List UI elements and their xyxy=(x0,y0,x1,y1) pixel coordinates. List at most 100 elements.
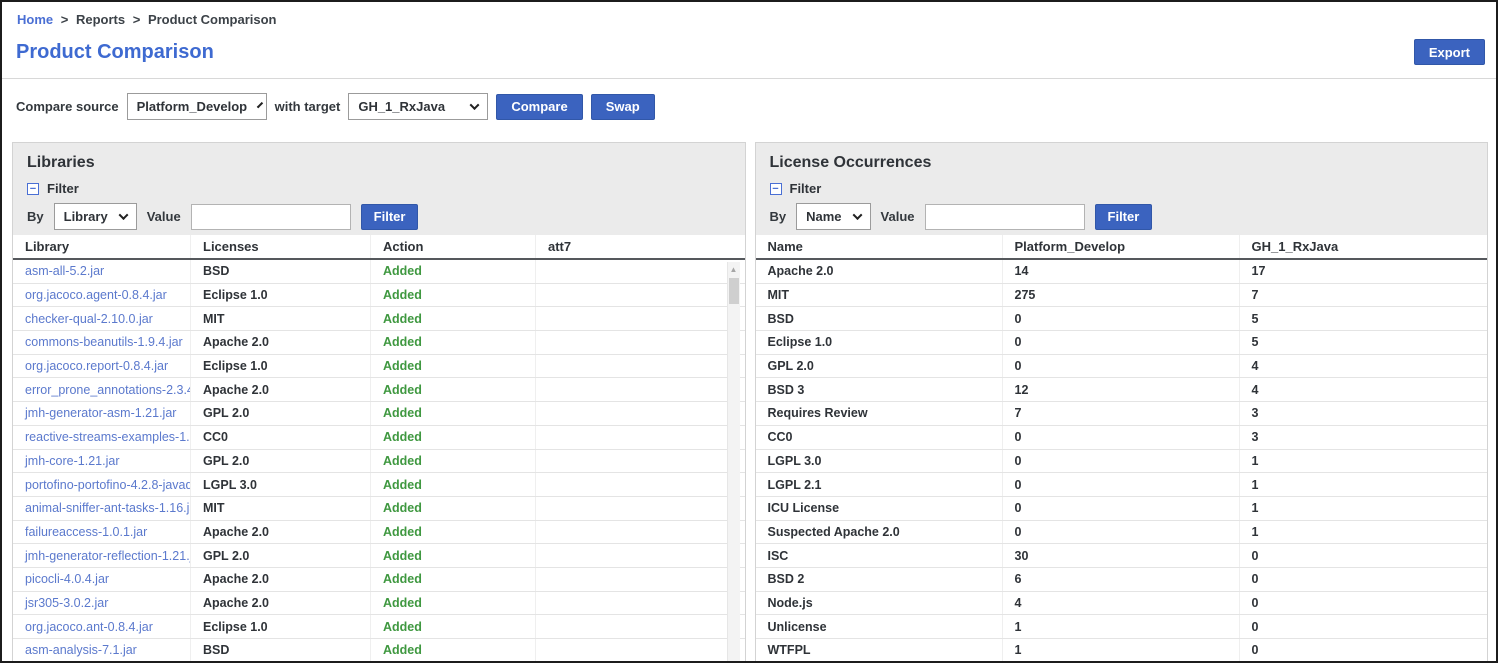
action-cell: Added xyxy=(371,450,536,473)
license-filter-by-select[interactable]: Name xyxy=(796,203,870,230)
license-filter-button[interactable]: Filter xyxy=(1095,204,1153,230)
action-cell: Added xyxy=(371,331,536,354)
license-cell: GPL 2.0 xyxy=(191,450,371,473)
source-count-cell: 0 xyxy=(1003,473,1240,496)
libraries-filter-by-select[interactable]: Library xyxy=(54,203,137,230)
source-count-cell: 4 xyxy=(1003,592,1240,615)
library-link[interactable]: jsr305-3.0.2.jar xyxy=(25,596,108,610)
title-bar: Product Comparison Export xyxy=(2,27,1496,78)
table-row: jmh-generator-reflection-1.21.jar GPL 2.… xyxy=(13,544,745,568)
target-count-cell: 1 xyxy=(1240,450,1488,473)
library-link[interactable]: animal-sniffer-ant-tasks-1.16.jar xyxy=(25,501,191,515)
breadcrumb-reports[interactable]: Reports xyxy=(76,12,125,27)
scrollbar-thumb[interactable] xyxy=(729,278,739,304)
collapse-minus-icon[interactable]: − xyxy=(27,183,39,195)
license-name-cell: Eclipse 1.0 xyxy=(756,331,1003,354)
att7-cell xyxy=(536,331,745,354)
att7-cell xyxy=(536,307,745,330)
action-cell: Added xyxy=(371,592,536,615)
library-link[interactable]: asm-analysis-7.1.jar xyxy=(25,643,137,657)
table-row: commons-beanutils-1.9.4.jar Apache 2.0 A… xyxy=(13,331,745,355)
product-comparison-page: Home > Reports > Product Comparison Prod… xyxy=(0,0,1498,663)
libraries-panel-title: Libraries xyxy=(13,143,745,172)
library-link[interactable]: jmh-core-1.21.jar xyxy=(25,454,119,468)
license-name-cell: GPL 2.0 xyxy=(756,355,1003,378)
library-link[interactable]: jmh-generator-reflection-1.21.jar xyxy=(25,549,191,563)
scrollbar[interactable]: ▲ xyxy=(727,262,740,661)
att7-cell xyxy=(536,521,745,544)
action-cell: Added xyxy=(371,402,536,425)
chevron-down-icon xyxy=(470,100,480,110)
breadcrumb: Home > Reports > Product Comparison xyxy=(2,2,1496,27)
license-name-cell: WTFPL xyxy=(756,639,1003,662)
license-cell: Eclipse 1.0 xyxy=(191,615,371,638)
library-link[interactable]: error_prone_annotations-2.3.4.j... xyxy=(25,383,191,397)
libraries-filter-by-label: By xyxy=(27,209,44,224)
license-filter-toggle[interactable]: − Filter xyxy=(770,181,1488,196)
table-row: org.jacoco.report-0.8.4.jar Eclipse 1.0 … xyxy=(13,355,745,379)
source-count-cell: 1 xyxy=(1003,639,1240,662)
table-row: animal-sniffer-ant-tasks-1.16.jar MIT Ad… xyxy=(13,497,745,521)
col-header-action: Action xyxy=(371,235,536,258)
library-link[interactable]: commons-beanutils-1.9.4.jar xyxy=(25,335,183,349)
breadcrumb-current: Product Comparison xyxy=(148,12,277,27)
breadcrumb-home[interactable]: Home xyxy=(17,12,53,27)
collapse-minus-icon[interactable]: − xyxy=(770,183,782,195)
table-row: Suspected Apache 2.0 0 1 xyxy=(756,521,1488,545)
source-count-cell: 0 xyxy=(1003,331,1240,354)
compare-target-select[interactable]: GH_1_RxJava xyxy=(348,93,488,120)
action-cell: Added xyxy=(371,497,536,520)
license-cell: Eclipse 1.0 xyxy=(191,355,371,378)
library-link[interactable]: failureaccess-1.0.1.jar xyxy=(25,525,147,539)
table-row: CC0 0 3 xyxy=(756,426,1488,450)
license-panel-title: License Occurrences xyxy=(756,143,1488,172)
breadcrumb-separator: > xyxy=(129,12,145,27)
action-cell: Added xyxy=(371,521,536,544)
license-name-cell: ISC xyxy=(756,544,1003,567)
license-name-cell: BSD xyxy=(756,307,1003,330)
license-filter-by-value: Name xyxy=(806,209,841,224)
table-row: jmh-core-1.21.jar GPL 2.0 Added xyxy=(13,450,745,474)
compare-target-label: with target xyxy=(275,99,341,114)
libraries-filter-value-input[interactable] xyxy=(191,204,351,230)
target-count-cell: 1 xyxy=(1240,521,1488,544)
compare-source-select[interactable]: Platform_Develop xyxy=(127,93,267,120)
att7-cell xyxy=(536,355,745,378)
source-count-cell: 275 xyxy=(1003,284,1240,307)
license-cell: MIT xyxy=(191,307,371,330)
att7-cell xyxy=(536,497,745,520)
compare-source-label: Compare source xyxy=(16,99,119,114)
library-link[interactable]: org.jacoco.report-0.8.4.jar xyxy=(25,359,168,373)
library-link[interactable]: asm-all-5.2.jar xyxy=(25,264,104,278)
library-link[interactable]: jmh-generator-asm-1.21.jar xyxy=(25,406,176,420)
libraries-filter-by-value: Library xyxy=(64,209,108,224)
source-count-cell: 30 xyxy=(1003,544,1240,567)
att7-cell xyxy=(536,639,745,662)
license-table: Name Platform_Develop GH_1_RxJava Apache… xyxy=(756,235,1488,661)
library-link[interactable]: reactive-streams-examples-1.0.... xyxy=(25,430,191,444)
col-header-target-product: GH_1_RxJava xyxy=(1240,235,1488,258)
table-row: org.jacoco.ant-0.8.4.jar Eclipse 1.0 Add… xyxy=(13,615,745,639)
license-filter-value-input[interactable] xyxy=(925,204,1085,230)
library-link[interactable]: org.jacoco.agent-0.8.4.jar xyxy=(25,288,167,302)
scroll-up-icon[interactable]: ▲ xyxy=(728,262,740,276)
source-count-cell: 0 xyxy=(1003,450,1240,473)
libraries-panel: Libraries − Filter By Library Value Filt… xyxy=(12,142,746,662)
page-title: Product Comparison xyxy=(16,41,214,64)
action-cell: Added xyxy=(371,426,536,449)
library-link[interactable]: checker-qual-2.10.0.jar xyxy=(25,312,153,326)
license-name-cell: Suspected Apache 2.0 xyxy=(756,521,1003,544)
license-table-header: Name Platform_Develop GH_1_RxJava xyxy=(756,235,1488,260)
target-count-cell: 3 xyxy=(1240,426,1488,449)
libraries-filter-toggle[interactable]: − Filter xyxy=(27,181,745,196)
export-button[interactable]: Export xyxy=(1414,39,1485,65)
library-link[interactable]: picocli-4.0.4.jar xyxy=(25,572,109,586)
table-row: asm-all-5.2.jar BSD Added xyxy=(13,260,745,284)
library-link[interactable]: portofino-portofino-4.2.8-javadoc xyxy=(25,478,191,492)
library-link[interactable]: org.jacoco.ant-0.8.4.jar xyxy=(25,620,153,634)
libraries-filter-button[interactable]: Filter xyxy=(361,204,419,230)
swap-button[interactable]: Swap xyxy=(591,94,655,120)
license-name-cell: Node.js xyxy=(756,592,1003,615)
table-row: BSD 0 5 xyxy=(756,307,1488,331)
compare-button[interactable]: Compare xyxy=(496,94,582,120)
